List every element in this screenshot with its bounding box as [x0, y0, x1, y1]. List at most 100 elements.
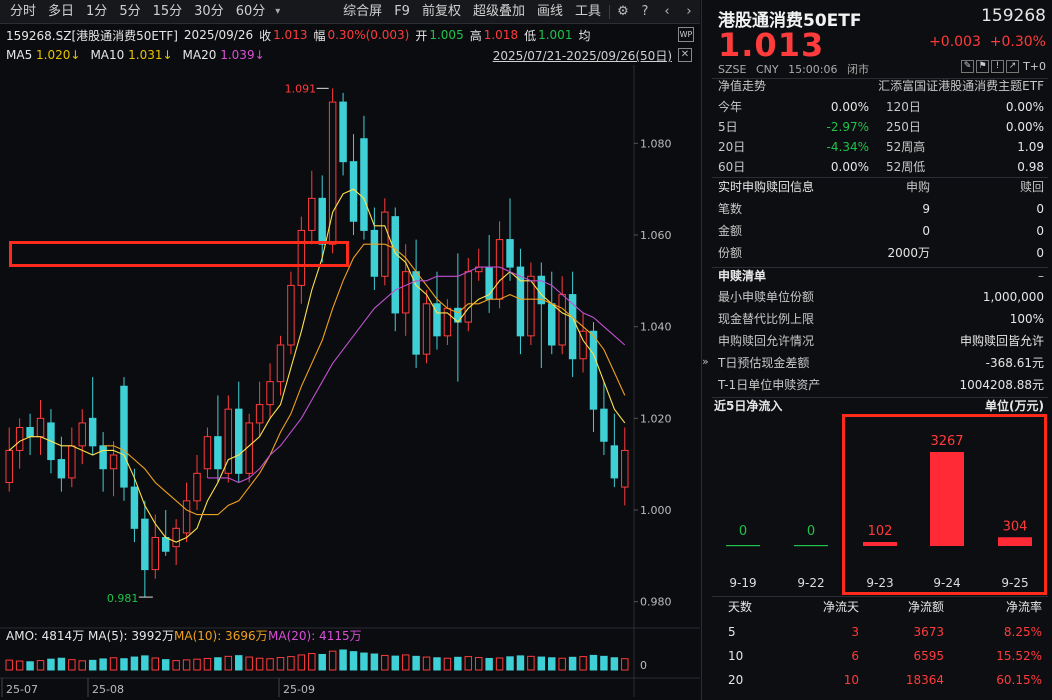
expand-panel-icon[interactable]: » [702, 355, 709, 368]
volume-bar [57, 657, 66, 671]
avg-label: 均 [578, 28, 591, 43]
candle-body [318, 197, 326, 245]
price-change: +0.003 +0.30% [929, 34, 1046, 50]
date-label: 2025/09/26 [183, 28, 254, 42]
overlay-button[interactable]: 超级叠加 [467, 0, 531, 24]
x-tick-label: 25-09 [283, 683, 315, 696]
candle-body [401, 271, 410, 314]
candle-body [172, 527, 180, 548]
volume-bar [15, 660, 24, 671]
candle-body [527, 275, 535, 337]
flag-icon[interactable]: ⚑ [976, 60, 990, 73]
f9-button[interactable]: F9 [388, 0, 416, 24]
volume-bar [579, 656, 587, 671]
period-intraday[interactable]: 分时 [4, 0, 42, 24]
candle-body [412, 271, 420, 355]
volume-bar [610, 657, 619, 671]
volume-bar [339, 649, 347, 671]
perf-label: 60日 [718, 160, 746, 174]
redeem-list-header[interactable]: 申赎清单 – [718, 266, 1044, 286]
redeem-label: T-1日单位申赎资产 [718, 378, 821, 392]
volume-bar [68, 659, 76, 671]
volume-bar [422, 656, 431, 671]
quote-panel: 港股通消费50ETF 159268 1.013 +0.003 +0.30% SZ… [701, 0, 1052, 700]
candle-body [360, 138, 368, 231]
redeem-value: -368.61元 [985, 356, 1044, 370]
volume-bar [287, 656, 295, 671]
vma10-label: MA(10): 3696万 [174, 629, 268, 643]
period-5min[interactable]: 5分 [113, 0, 146, 24]
open-label: 开 [415, 28, 428, 43]
summary-cell: 8.25% [1003, 625, 1042, 639]
summary-cell: 15.52% [996, 649, 1042, 663]
chevron-right-icon[interactable]: › [678, 0, 700, 24]
candle-body [203, 436, 212, 470]
redeem-row: 申购赎回允许情况 申购赎回皆允许 [718, 331, 1044, 351]
perf-value: -2.97% [826, 120, 869, 134]
help-icon[interactable]: ? [634, 0, 656, 24]
amp-label: 幅 [313, 28, 326, 43]
period-15min[interactable]: 15分 [147, 0, 189, 24]
high-label: 高 [469, 28, 482, 43]
candle-body [15, 427, 24, 451]
volume-bar [401, 654, 410, 671]
volume-bar [161, 659, 170, 671]
period-1min[interactable]: 1分 [80, 0, 113, 24]
gear-icon[interactable]: ⚙ [612, 0, 634, 24]
chevron-left-icon[interactable]: ‹ [656, 0, 678, 24]
volume-bar [548, 657, 556, 671]
volume-bar [349, 651, 358, 671]
perf-value: 0.00% [1005, 120, 1044, 134]
composite-screen-button[interactable]: 综合屏 [337, 0, 388, 24]
nav-header[interactable]: 净值走势 汇添富国证港股通消费主题ETF [718, 76, 1044, 96]
currency-label: CNY [755, 63, 779, 76]
summary-cell: 20 [728, 673, 744, 687]
summary-header: 天数 净流天 净流额 净流率 [718, 597, 1044, 617]
ma10-value: 1.031↓ [128, 48, 173, 62]
candle-body [26, 427, 34, 438]
tools-button[interactable]: 工具 [569, 0, 607, 24]
period-dropdown-icon[interactable]: ▾ [271, 6, 284, 17]
volume-bar [36, 660, 45, 671]
perf-row: 20日 -4.34% 52周高 1.09 [718, 137, 1044, 157]
volume-bar [141, 655, 149, 671]
amo-label: AMO: 4814万 [6, 629, 84, 643]
volume-bar [370, 653, 379, 671]
edit-icon[interactable]: ✎ [961, 60, 975, 73]
summary-header-cell: 净流天 [822, 600, 859, 614]
collapse-icon[interactable]: – [1038, 266, 1044, 286]
ma10-label: MA10 [90, 48, 125, 62]
share-icon[interactable]: ↗ [1006, 60, 1020, 73]
volume-bar [130, 656, 139, 671]
nav-fund-name: 汇添富国证港股通消费主题ETF [878, 79, 1044, 93]
realtime-label: 金额 [718, 224, 743, 238]
candle-body [422, 303, 431, 355]
adjust-button[interactable]: 前复权 [416, 0, 467, 24]
realtime-subscribe: 2000万 [887, 246, 930, 260]
inflow-bar [726, 545, 760, 547]
volume-bar [516, 655, 525, 671]
date-range-label[interactable]: 2025/07/21-2025/09/26(50日) [493, 47, 672, 64]
candlestick-chart[interactable]: 1.080 1.060 1.040 1.020 1.000 0.980 1.091 0.98… [0, 65, 700, 700]
period-30min[interactable]: 30分 [188, 0, 230, 24]
redeem-label: T日预估现金差额 [718, 356, 810, 370]
volume-bar [88, 659, 97, 671]
candle-body [339, 101, 347, 163]
period-60min[interactable]: 60分 [230, 0, 272, 24]
volume-bar [47, 658, 55, 671]
x-tick-label: 25-08 [92, 683, 124, 696]
summary-header-cell: 净流额 [907, 600, 944, 614]
close-icon[interactable]: ✕ [678, 48, 692, 62]
alert-icon[interactable]: ! [991, 60, 1005, 73]
candle-body [235, 408, 243, 474]
period-multiday[interactable]: 多日 [42, 0, 80, 24]
realtime-title: 实时申购赎回信息 [718, 180, 815, 194]
volume-bar [464, 656, 473, 671]
volume-bar [5, 659, 13, 671]
volume-layer [5, 649, 629, 671]
perf-value: 0.98 [1017, 160, 1044, 174]
draw-line-button[interactable]: 画线 [531, 0, 569, 24]
volume-bar [381, 654, 389, 671]
wp-icon[interactable]: WP [678, 27, 694, 42]
realtime-label: 份额 [718, 246, 743, 260]
